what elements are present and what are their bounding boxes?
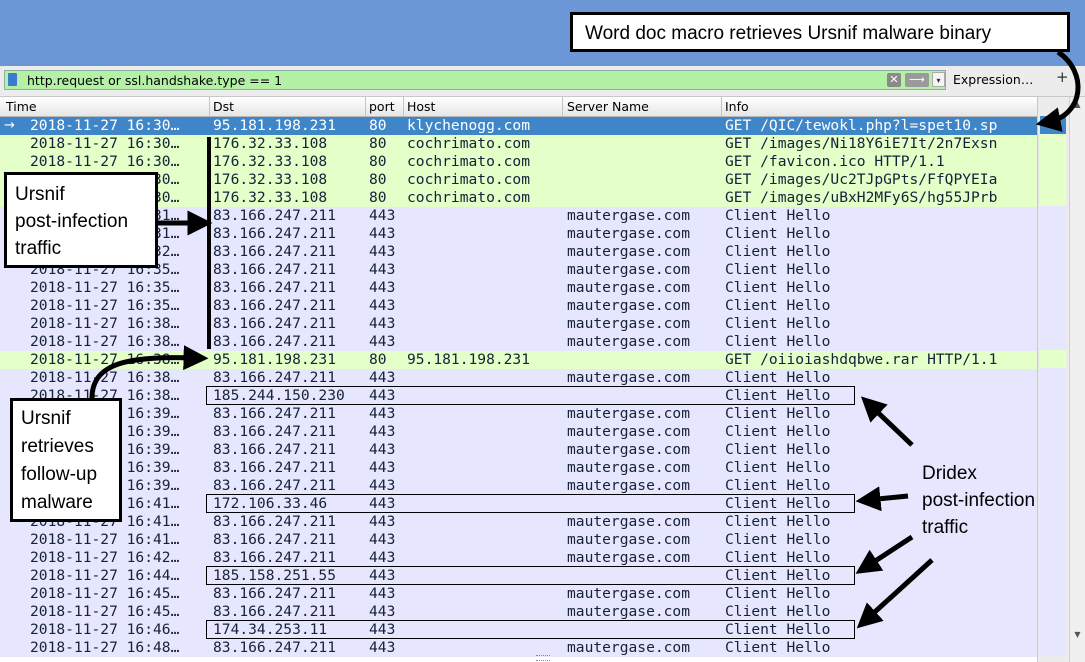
callout-line: traffic [15,238,62,259]
word-doc-callout-text: Word doc macro retrieves Ursnif malware … [585,23,992,44]
annotation-arrows [89,49,1081,629]
callout-line: malware [21,492,93,513]
callout-line: traffic [922,517,969,538]
word-doc-callout: Word doc macro retrieves Ursnif malware … [570,12,1070,52]
ursnif-followup-callout: Ursnif retrieves follow-up malware [10,398,122,522]
callout-line: post-infection [15,211,129,232]
callout-line: follow-up [21,464,98,485]
dridex-arrow-2 [855,486,909,512]
dridex-arrow-4 [856,558,934,629]
callout-line: post-infection [922,490,1036,511]
callout-line: Ursnif [21,408,71,429]
callout-line: retrieves [21,436,94,457]
dridex-arrow-3 [855,534,914,574]
callout-line: Ursnif [15,184,65,205]
word-doc-arrow [1035,49,1081,132]
callout-line: Dridex [922,463,977,484]
dridex-arrow-1 [860,396,914,447]
ursnif-post-infection-callout: Ursnif post-infection traffic [4,172,158,268]
ursnif-followup-arrow [89,345,209,399]
dridex-label: Dridex post-infection traffic [922,460,1035,541]
